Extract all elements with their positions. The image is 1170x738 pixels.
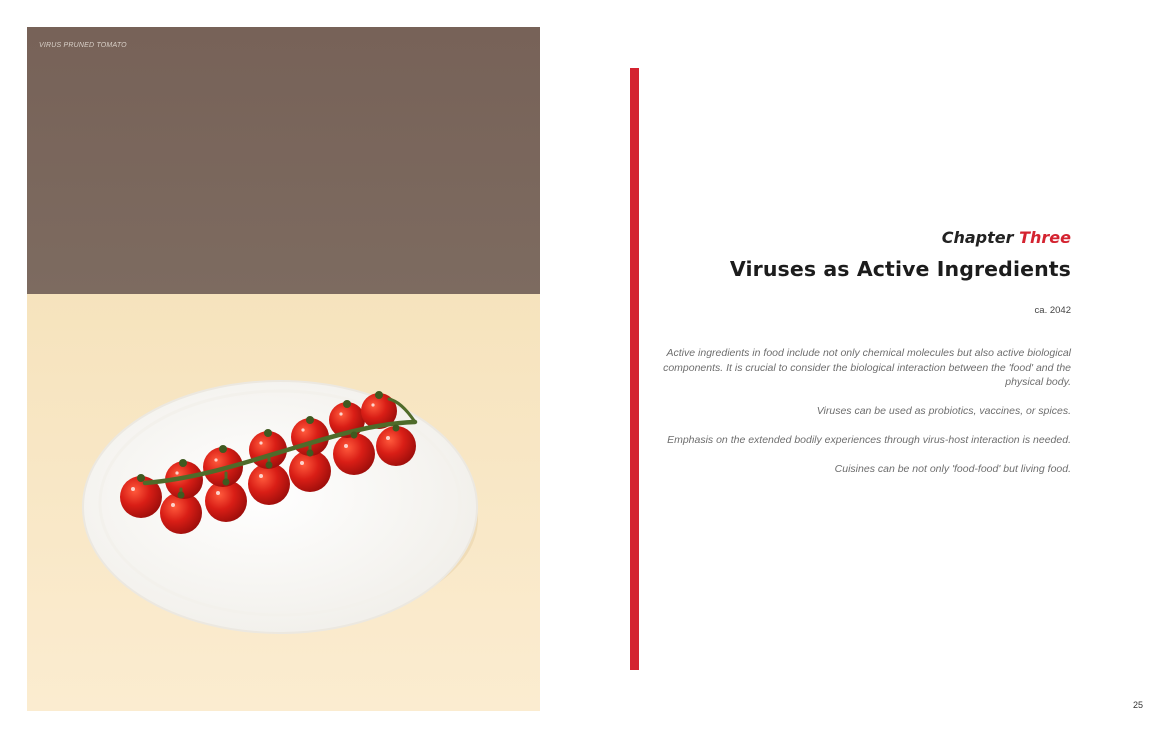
body-paragraph-4: Cuisines can be not only 'food-food' but… (834, 463, 1071, 475)
chapter-body: Active ingredients in food include not o… (651, 346, 1071, 477)
page-number: 25 (1132, 700, 1143, 710)
chapter-heading: Chapter Three (651, 228, 1071, 247)
chapter-label: Chapter (941, 228, 1014, 247)
tomato-illustration (27, 27, 540, 711)
chapter-date: ca. 2042 (1034, 305, 1071, 316)
chapter-text-column: Chapter Three Viruses as Active Ingredie… (651, 228, 1071, 491)
accent-bar (630, 68, 639, 670)
photo-caption: VIRUS PRUNED TOMATO (39, 42, 127, 49)
chapter-number: Three (1019, 228, 1071, 247)
body-paragraph-3: Emphasis on the extended bodily experien… (667, 434, 1071, 446)
chapter-title: Viruses as Active Ingredients (729, 257, 1071, 281)
body-paragraph-2: Viruses can be used as probiotics, vacci… (816, 405, 1071, 417)
body-paragraph-1: Active ingredients in food include not o… (663, 347, 1071, 388)
wall (27, 27, 540, 294)
tomato-photo: VIRUS PRUNED TOMATO (27, 27, 540, 711)
